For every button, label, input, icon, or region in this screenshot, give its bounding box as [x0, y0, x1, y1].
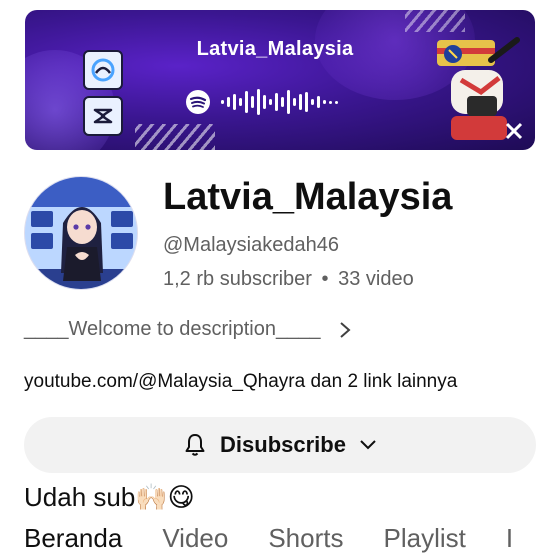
spotify-code	[185, 88, 338, 116]
channel-links[interactable]: youtube.com/@Malaysia_Qhayra dan 2 link …	[24, 371, 457, 393]
channel-banner: Latvia_Malaysia	[25, 10, 535, 150]
channel-handle: @Malaysiakedah46	[163, 234, 339, 256]
capcut-icon	[83, 96, 123, 136]
caption-text: Udah sub🙌🏻😋	[24, 482, 195, 513]
app-tile-icon	[83, 50, 123, 90]
tab-video[interactable]: Video	[162, 523, 228, 560]
spotify-icon	[186, 90, 210, 114]
subscriber-count: 1,2 rb subscriber	[163, 268, 312, 290]
banner-stripes	[135, 124, 215, 150]
tab-shorts[interactable]: Shorts	[268, 523, 343, 560]
caption-words: Udah sub	[24, 482, 136, 512]
channel-stats: 1,2 rb subscriber • 33 video	[163, 268, 414, 291]
description-text: ____Welcome to description____	[24, 318, 321, 340]
channel-description[interactable]: ____Welcome to description____	[24, 318, 352, 341]
spotify-code-wave	[221, 88, 338, 116]
channel-avatar[interactable]	[24, 176, 138, 290]
channel-name: Latvia_Malaysia	[163, 176, 453, 218]
tab-playlist[interactable]: Playlist	[384, 523, 466, 560]
subscribe-button[interactable]: Disubscribe	[24, 417, 536, 473]
banner-title: Latvia_Malaysia	[196, 38, 354, 60]
video-count: 33 video	[338, 268, 414, 290]
stats-separator: •	[321, 268, 329, 290]
chevron-right-icon	[340, 321, 352, 338]
mascot-illustration	[437, 37, 523, 140]
tab-more[interactable]: I	[506, 523, 513, 560]
bell-icon	[185, 434, 205, 456]
subscribe-label: Disubscribe	[220, 432, 346, 457]
tab-beranda[interactable]: Beranda	[24, 523, 122, 560]
chevron-down-icon	[360, 440, 376, 450]
caption-emoji: 🙌🏻😋	[135, 482, 195, 512]
primary-link[interactable]: youtube.com/@Malaysia_Qhayra	[24, 371, 305, 392]
more-links[interactable]: dan 2 link lainnya	[310, 371, 457, 392]
channel-tabs: Beranda Video Shorts Playlist I	[24, 523, 553, 560]
